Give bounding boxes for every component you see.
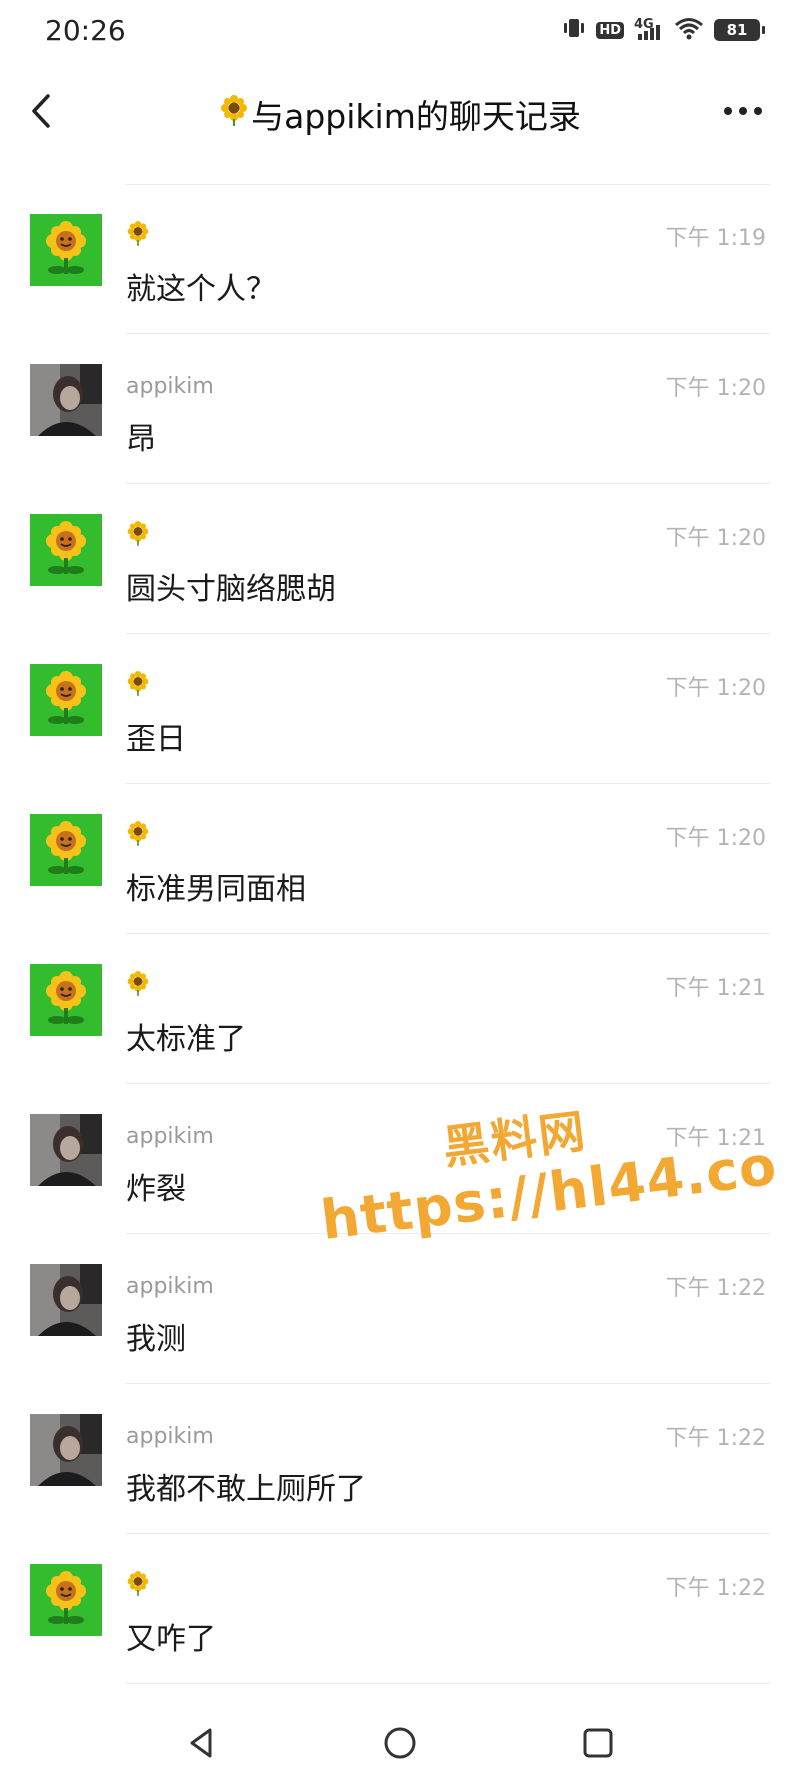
message-text: 又咋了 (126, 1622, 216, 1657)
message-time: 下午 1:20 (665, 826, 766, 851)
message-sender: 🌻 (126, 821, 150, 850)
message-item[interactable]: appikim 下午 1:20 昂 (0, 334, 800, 484)
message-sender: appikim (126, 1122, 214, 1150)
sunflower-avatar[interactable] (30, 514, 102, 586)
message-item[interactable]: 🌻 下午 1:20 标准男同面相 (0, 784, 800, 934)
message-time: 下午 1:20 (665, 376, 766, 401)
message-text: 歪日 (126, 722, 186, 757)
page-title-text: 与appikim的聊天记录 (251, 97, 581, 136)
message-text: 我都不敢上厕所了 (126, 1472, 366, 1507)
message-time: 下午 1:22 (665, 1276, 766, 1301)
hd-icon: HD (596, 21, 624, 39)
battery-icon: 81 (714, 19, 765, 41)
recents-square-icon (583, 1728, 613, 1758)
message-text: 标准男同面相 (126, 872, 306, 907)
chat-history-header: 与appikim的聊天记录 (0, 62, 800, 162)
appikim-avatar[interactable] (30, 364, 102, 436)
appikim-avatar[interactable] (30, 1414, 102, 1486)
status-bar: 20:26 HD 4G 81 (0, 0, 800, 62)
message-time: 下午 1:22 (665, 1576, 766, 1601)
message-time: 下午 1:22 (665, 1426, 766, 1451)
message-time: 下午 1:21 (665, 976, 766, 1001)
sender-name: appikim (126, 1273, 214, 1299)
message-item[interactable]: 🌻 下午 1:22 又咋了 (0, 1534, 800, 1684)
appikim-avatar[interactable] (30, 1264, 102, 1336)
message-sender: appikim (126, 1272, 214, 1300)
message-sender: appikim (126, 1422, 214, 1450)
wifi-icon (674, 16, 704, 44)
message-time: 下午 1:21 (665, 1126, 766, 1151)
sender-name: appikim (126, 1123, 214, 1149)
message-text: 我测 (126, 1322, 186, 1357)
sunflower-avatar[interactable] (30, 964, 102, 1036)
status-icons: HD 4G 81 (562, 16, 765, 44)
nav-back-button[interactable] (177, 1718, 227, 1768)
message-text: 昂 (126, 422, 156, 457)
vibrate-icon (562, 17, 586, 43)
sender-name: appikim (126, 373, 214, 399)
system-nav-bar (0, 1700, 800, 1783)
message-time: 下午 1:20 (665, 676, 766, 701)
sunflower-avatar[interactable] (30, 664, 102, 736)
message-item[interactable]: 🌻 下午 1:19 就这个人？ (0, 184, 800, 334)
sunflower-avatar[interactable] (30, 814, 102, 886)
message-time: 下午 1:19 (665, 226, 766, 251)
home-circle-icon (384, 1727, 416, 1759)
more-dots-icon (724, 107, 762, 115)
message-sender: 🌻 (126, 221, 150, 250)
message-item[interactable]: 🌻 下午 1:20 歪日 (0, 634, 800, 784)
sunflower-icon (219, 94, 249, 134)
message-text: 太标准了 (126, 1022, 246, 1057)
message-time: 下午 1:20 (665, 526, 766, 551)
sunflower-avatar[interactable] (30, 1564, 102, 1636)
message-sender: 🌻 (126, 671, 150, 700)
appikim-avatar[interactable] (30, 1114, 102, 1186)
message-text: 就这个人？ (126, 272, 276, 307)
message-text: 炸裂 (126, 1172, 186, 1207)
message-sender: appikim (126, 372, 214, 400)
message-item[interactable]: appikim 下午 1:22 我都不敢上厕所了 (0, 1384, 800, 1534)
message-item[interactable]: appikim 下午 1:22 我测 (0, 1234, 800, 1384)
message-sender: 🌻 (126, 971, 150, 1000)
nav-home-button[interactable] (375, 1718, 425, 1768)
message-item[interactable]: appikim 下午 1:21 炸裂 (0, 1084, 800, 1234)
sunflower-avatar[interactable] (30, 214, 102, 286)
more-options-button[interactable] (718, 96, 768, 126)
message-sender: 🌻 (126, 1571, 150, 1600)
message-item[interactable]: 🌻 下午 1:20 圆头寸脑络腮胡 (0, 484, 800, 634)
sender-name: appikim (126, 1423, 214, 1449)
nav-recents-button[interactable] (573, 1718, 623, 1768)
status-time: 20:26 (45, 14, 126, 47)
message-text: 圆头寸脑络腮胡 (126, 572, 336, 607)
page-title: 与appikim的聊天记录 (0, 90, 800, 138)
message-item[interactable]: 🌻 下午 1:21 太标准了 (0, 934, 800, 1084)
back-triangle-icon (190, 1728, 212, 1758)
message-sender: 🌻 (126, 521, 150, 550)
signal-icon: 4G (634, 18, 664, 42)
message-list: 🌻 下午 1:19 就这个人？ appikim 下午 1:20 昂 🌻 下午 1:20 圆头寸脑… (0, 184, 800, 1684)
